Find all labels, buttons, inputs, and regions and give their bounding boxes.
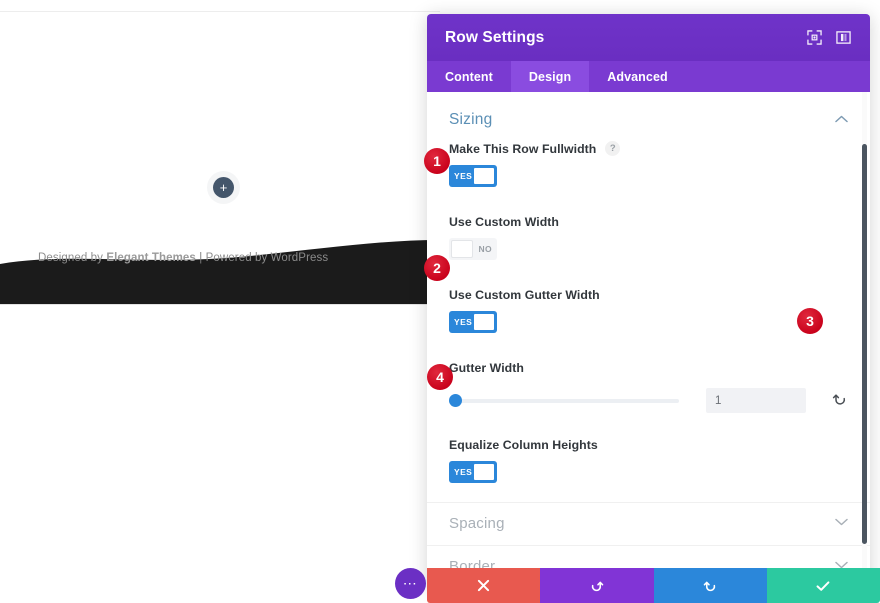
- field-gutter-width: Gutter Width: [449, 361, 848, 416]
- toggle-knob-equalize: [473, 463, 495, 481]
- field-use-custom-width: Use Custom Width NO: [449, 215, 848, 263]
- field-label-equalize: Equalize Column Heights: [449, 438, 848, 452]
- field-make-row-fullwidth: Make This Row Fullwidth ? YES: [449, 141, 848, 190]
- toggle-knob-custom-gutter: [473, 313, 495, 331]
- sizing-section: Sizing Make This Row Fullwidth ? YES Use…: [427, 92, 870, 486]
- ellipsis-icon: ⋯: [402, 575, 419, 591]
- toggle-knob-fullwidth: [473, 167, 495, 185]
- footer-credit-prefix: Designed by: [38, 252, 107, 264]
- slider-thumb[interactable]: [449, 394, 462, 407]
- label-text-equalize: Equalize Column Heights: [449, 438, 598, 452]
- gutter-width-input[interactable]: [706, 388, 806, 413]
- section-spacing[interactable]: Spacing: [427, 502, 870, 545]
- redo-arrow-icon: [703, 581, 715, 592]
- footer-credit-platform[interactable]: WordPress: [271, 252, 329, 264]
- expand-view-icon[interactable]: [806, 29, 823, 46]
- tab-advanced[interactable]: Advanced: [589, 61, 686, 92]
- redo-button[interactable]: [653, 568, 767, 603]
- footer-credit: Designed by Elegant Themes | Powered by …: [38, 252, 328, 264]
- panel-scrollbar-thumb[interactable]: [862, 144, 867, 544]
- close-x-icon: [478, 579, 490, 592]
- panel-header: Row Settings: [427, 14, 870, 61]
- gutter-width-slider[interactable]: [449, 394, 679, 408]
- tab-design[interactable]: Design: [510, 61, 590, 92]
- split-view-icon[interactable]: [835, 29, 852, 46]
- row-settings-panel: Row Settings Content Design Advanced Siz…: [427, 14, 870, 589]
- annotation-badge-1: 1: [424, 148, 450, 174]
- annotation-badge-3: 3: [797, 308, 823, 334]
- panel-action-bar: [427, 568, 880, 603]
- footer-credit-separator: |: [195, 252, 206, 264]
- section-spacing-label: Spacing: [449, 515, 505, 533]
- sizing-section-header[interactable]: Sizing: [449, 92, 848, 141]
- preview-bottom-divider: [0, 304, 440, 305]
- panel-body: Sizing Make This Row Fullwidth ? YES Use…: [427, 92, 870, 589]
- annotation-badge-2: 2: [424, 255, 450, 281]
- panel-title: Row Settings: [445, 28, 545, 46]
- field-label-custom-gutter: Use Custom Gutter Width: [449, 288, 848, 302]
- tab-content[interactable]: Content: [427, 61, 511, 92]
- toggle-use-custom-width[interactable]: NO: [449, 238, 497, 260]
- footer-credit-suffix: Powered by: [205, 252, 271, 264]
- panel-header-icons: [806, 29, 852, 46]
- toggle-knob-custom-width: [451, 240, 473, 258]
- field-label-custom-width: Use Custom Width: [449, 215, 848, 229]
- toggle-label-custom-width: NO: [478, 244, 492, 254]
- footer-wave-shape: [0, 238, 440, 305]
- gutter-width-control-row: [449, 384, 848, 413]
- help-icon-fullwidth[interactable]: ?: [605, 141, 621, 156]
- toggle-make-row-fullwidth[interactable]: YES: [449, 165, 497, 187]
- undo-button[interactable]: [540, 568, 654, 603]
- add-row-button[interactable]: +: [213, 177, 234, 198]
- label-text-fullwidth: Make This Row Fullwidth: [449, 141, 597, 156]
- field-use-custom-gutter-width: Use Custom Gutter Width YES: [449, 288, 848, 336]
- toggle-equalize-column-heights[interactable]: YES: [449, 461, 497, 483]
- field-equalize-column-heights: Equalize Column Heights YES: [449, 438, 848, 486]
- checkmark-icon: [816, 580, 830, 591]
- footer-credit-brand[interactable]: Elegant Themes: [106, 252, 196, 264]
- save-button[interactable]: [766, 568, 880, 603]
- chevron-up-icon[interactable]: [835, 115, 848, 126]
- label-text-custom-gutter: Use Custom Gutter Width: [449, 288, 600, 302]
- label-text-custom-width: Use Custom Width: [449, 215, 559, 229]
- sizing-section-title: Sizing: [449, 111, 493, 128]
- toggle-use-custom-gutter-width[interactable]: YES: [449, 311, 497, 333]
- chevron-down-icon[interactable]: [835, 518, 848, 529]
- reset-arrow-icon[interactable]: [832, 391, 848, 410]
- slider-track: [449, 398, 679, 403]
- field-label-fullwidth: Make This Row Fullwidth ?: [449, 141, 848, 156]
- settings-fab-button[interactable]: ⋯: [395, 568, 426, 599]
- divi-builder-screen: + Designed by Elegant Themes | Powered b…: [0, 0, 880, 603]
- plus-icon: +: [219, 180, 228, 195]
- cancel-button[interactable]: [427, 568, 541, 603]
- field-label-gutter-width: Gutter Width: [449, 361, 848, 375]
- annotation-badge-4: 4: [427, 364, 453, 390]
- panel-tab-bar: Content Design Advanced: [427, 61, 870, 92]
- undo-arrow-icon: [592, 581, 604, 592]
- label-text-gutter-width: Gutter Width: [449, 361, 524, 375]
